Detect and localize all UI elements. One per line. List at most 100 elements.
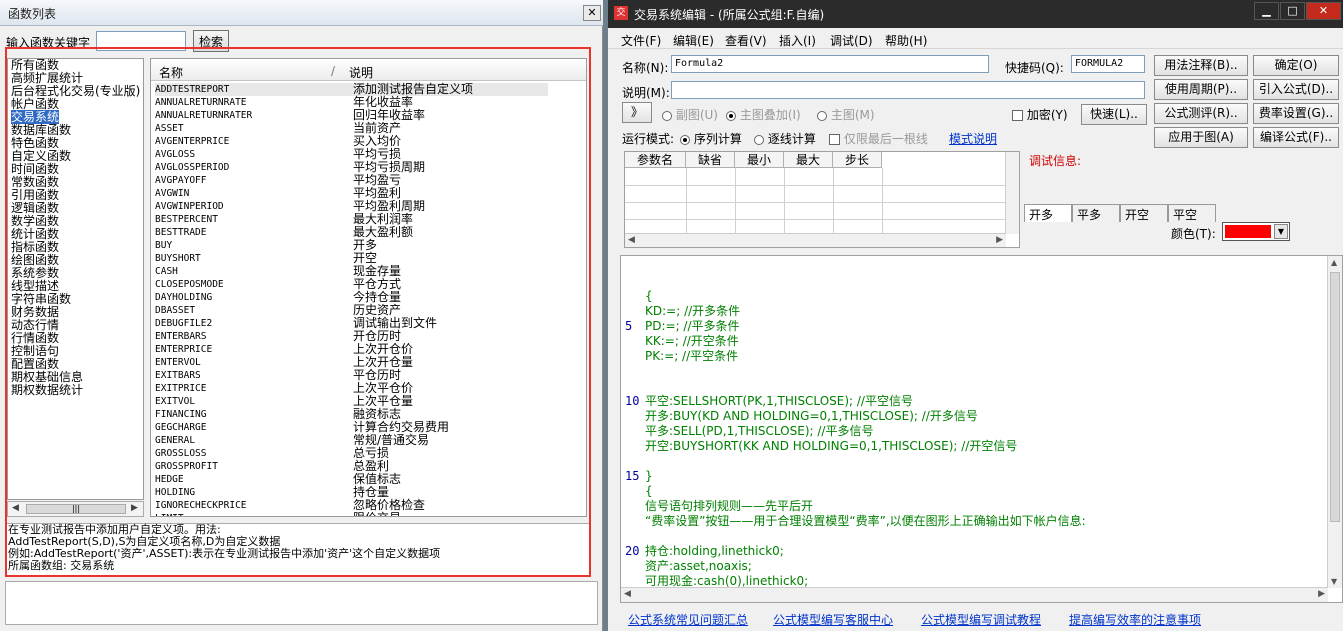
minimize-icon[interactable]: ▁ (1254, 2, 1279, 20)
run-tick-option[interactable]: 逐线计算 (754, 130, 816, 147)
function-name: BESTTRADE (155, 227, 207, 238)
param-vscrollbar[interactable] (1005, 152, 1019, 234)
desc-field[interactable] (671, 81, 1145, 99)
main-overlay-option[interactable]: 主图叠加(I) (726, 106, 801, 123)
radio-icon[interactable] (680, 134, 690, 145)
close-icon[interactable]: ✕ (1306, 2, 1341, 20)
menu-insert[interactable]: 插入(I) (779, 32, 816, 49)
category-label: 数学函数 (11, 214, 60, 228)
category-label: 交易系统 (11, 110, 60, 124)
search-button[interactable]: 检索 (193, 30, 229, 52)
category-item[interactable]: 期权数据统计 (8, 384, 143, 397)
category-list[interactable]: 所有函数 高频扩展统计 后台程式化交易(专业版) 帐户函数 交易系统 数据库函数 特色函数自… (7, 58, 144, 500)
tab-open-long[interactable]: 开多 (1024, 204, 1072, 222)
color-picker[interactable]: ▼ (1222, 222, 1290, 241)
category-hscrollbar[interactable]: ◀ ||| ▶ (7, 501, 144, 517)
parameter-grid[interactable]: 参数名 缺省 最小 最大 步长 ◀ ▶ (624, 151, 1020, 248)
code-text: KD:=; //开多条件 (645, 304, 741, 318)
param-hscrollbar[interactable]: ◀ ▶ (625, 233, 1006, 247)
radio-icon[interactable] (726, 110, 736, 121)
subchart-label: 副图(U) (675, 108, 718, 122)
column-header-name[interactable]: 名称 (159, 64, 183, 81)
checkbox-icon[interactable] (829, 134, 840, 145)
function-table: 名称 / 说明 ADDTESTREPORT 添加测试报告自定义项 ANNUALRET… (150, 58, 587, 517)
confirm-button[interactable]: 确定(O) (1253, 55, 1339, 76)
run-seq-option[interactable]: 序列计算 (680, 130, 742, 147)
category-label: 期权基础信息 (11, 370, 84, 384)
mode-help-link[interactable]: 模式说明 (949, 130, 997, 147)
function-name: GEGCHARGE (155, 422, 207, 433)
support-center-link[interactable]: 公式模型编写客服中心 (773, 611, 893, 628)
function-row[interactable]: ADDTESTREPORT 添加测试报告自定义项 (155, 83, 548, 96)
apply-to-chart-button[interactable]: 应用于图(A) (1154, 127, 1248, 148)
tab-open-short[interactable]: 开空 (1120, 204, 1168, 222)
shortcut-field[interactable]: FORMULA2 (1071, 55, 1145, 73)
description-line: 所属函数组: 交易系统 (8, 559, 115, 572)
editor-hscrollbar[interactable]: ◀ ▶ (621, 587, 1328, 602)
tab-close-short[interactable]: 平空 (1168, 204, 1216, 222)
category-label: 绘图函数 (11, 253, 60, 267)
compile-formula-button[interactable]: 编译公式(F).. (1253, 127, 1339, 148)
menu-help[interactable]: 帮助(H) (885, 32, 927, 49)
use-period-button[interactable]: 使用周期(P).. (1154, 79, 1248, 100)
category-label: 特色函数 (11, 136, 60, 150)
tab-close-long[interactable]: 平多 (1072, 204, 1120, 222)
menu-view[interactable]: 查看(V) (725, 32, 767, 49)
only-last-option[interactable]: 仅限最后一根线 (829, 130, 928, 147)
radio-icon[interactable] (817, 110, 827, 121)
function-name: ENTERBARS (155, 331, 207, 342)
efficiency-tips-link[interactable]: 提高编写效率的注意事项 (1069, 611, 1201, 628)
quick-button[interactable]: 快速(L).. (1081, 104, 1147, 125)
search-input[interactable] (96, 31, 186, 51)
editor-vscrollbar[interactable]: ▲ ▼ (1327, 256, 1342, 588)
expand-button[interactable]: 》 (622, 102, 652, 123)
faq-link[interactable]: 公式系统常见问题汇总 (628, 611, 748, 628)
category-label: 统计函数 (11, 227, 60, 241)
close-icon[interactable]: ✕ (583, 5, 601, 21)
function-name: AVGLOSSPERIOD (155, 162, 230, 173)
maximize-icon[interactable]: □ (1280, 2, 1305, 20)
menu-file[interactable]: 文件(F) (621, 32, 661, 49)
name-field[interactable]: Formula2 (671, 55, 989, 73)
code-editor[interactable]: {KD:=; //开多条件 5 PD:=; //平多条件 KK:=; //开空条件 PK… (620, 255, 1343, 603)
category-label: 常数函数 (11, 175, 60, 189)
function-name: EXITBARS (155, 370, 201, 381)
function-name: AVGLOSS (155, 149, 196, 160)
function-name: HEDGE (155, 474, 184, 485)
function-rows: ADDTESTREPORT 添加测试报告自定义项 ANNUALRETURNRATE 年… (155, 83, 585, 517)
radio-icon[interactable] (754, 134, 764, 145)
tutorial-link[interactable]: 公式模型编写调试教程 (921, 611, 1041, 628)
only-last-label: 仅限最后一根线 (843, 132, 928, 146)
encrypt-option[interactable]: 加密(Y) (1012, 106, 1068, 123)
import-formula-button[interactable]: 引入公式(D).. (1253, 79, 1339, 100)
app-icon: 交 (614, 6, 628, 20)
function-name: BUYSHORT (155, 253, 201, 264)
subchart-option[interactable]: 副图(U) (662, 106, 718, 123)
menu-edit[interactable]: 编辑(E) (673, 32, 714, 49)
category-label: 动态行情 (11, 318, 60, 332)
function-name: ANNUALRETURNRATER (155, 110, 253, 121)
function-name: LIMIT (155, 512, 184, 516)
encrypt-label: 加密(Y) (1026, 108, 1068, 122)
main-option[interactable]: 主图(M) (817, 106, 875, 123)
function-list-titlebar: 函数列表 ✕ (0, 0, 603, 26)
usage-note-button[interactable]: 用法注释(B).. (1154, 55, 1248, 76)
scroll-right-icon[interactable]: ▶ (131, 503, 138, 513)
function-row[interactable]: LIMIT 限价交易 (155, 512, 585, 517)
radio-icon[interactable] (662, 110, 672, 121)
menu-debug[interactable]: 调试(D) (830, 32, 873, 49)
code-text: KK:=; //开空条件 (645, 334, 739, 348)
code-text: 信号语句排列规则——先平后开 (645, 499, 814, 513)
fee-settings-button[interactable]: 费率设置(G).. (1253, 103, 1339, 124)
checkbox-icon[interactable] (1012, 110, 1023, 121)
formula-test-button[interactable]: 公式测评(R).. (1154, 103, 1248, 124)
scroll-thumb[interactable]: ||| (26, 504, 126, 514)
name-label: 名称(N): (622, 61, 669, 75)
trading-system-editor-window: 交 交易系统编辑 - (所属公式组:F.自编) ▁ □ ✕ 文件(F) 编辑(E… (608, 0, 1343, 631)
scroll-left-icon[interactable]: ◀ (12, 503, 19, 513)
column-header-desc[interactable]: 说明 (349, 64, 373, 81)
editor-titlebar: 交 交易系统编辑 - (所属公式组:F.自编) ▁ □ ✕ (608, 0, 1343, 28)
chevron-down-icon[interactable]: ▼ (1274, 224, 1288, 239)
function-name: AVGWIN (155, 188, 190, 199)
category-label: 指标函数 (11, 240, 60, 254)
